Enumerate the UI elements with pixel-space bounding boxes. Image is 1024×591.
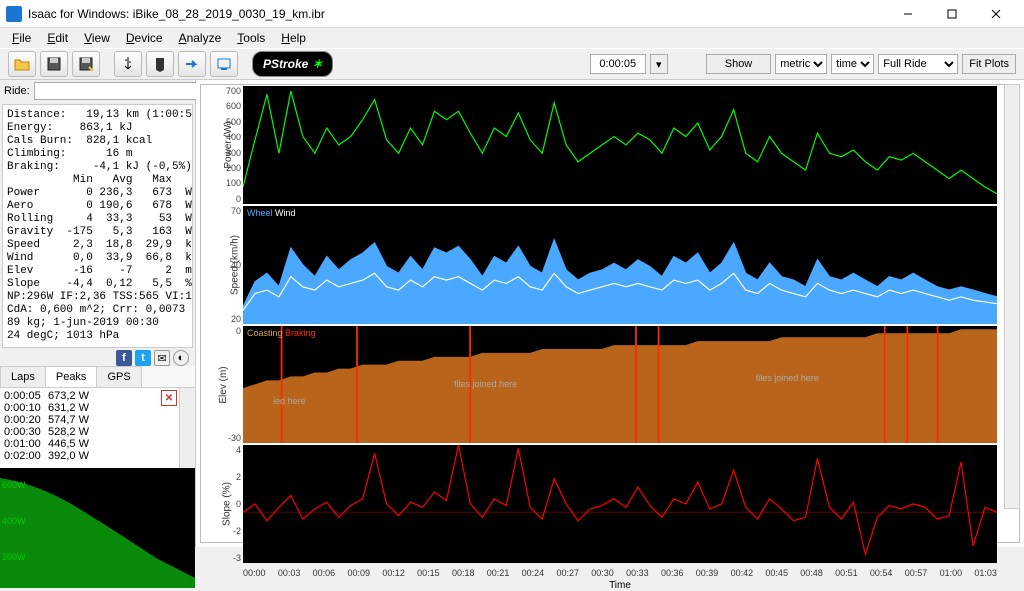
pstroke-button[interactable]: PStroke✶ [252, 51, 333, 77]
chart-area: Power (W) 7006005004003002001000 Speed (… [196, 80, 1024, 547]
peaks-close-button[interactable]: ✕ [161, 390, 177, 406]
left-panel: Ride: Note Distance: 19,13 km (1:00:52) … [0, 80, 196, 547]
open-button[interactable] [8, 51, 36, 77]
list-item[interactable]: 0:01:00446,5 W [4, 438, 155, 450]
facebook-icon[interactable]: f [116, 350, 132, 366]
peaks-scrollbar[interactable] [179, 388, 195, 468]
bottom-tabs: Laps Peaks GPS [0, 366, 195, 388]
power-curve-mini[interactable]: 600W 400W 200W [0, 468, 195, 588]
globe-icon[interactable]: ◐ [173, 350, 189, 366]
save-button[interactable] [40, 51, 68, 77]
twitter-icon[interactable]: t [135, 350, 151, 366]
tab-gps[interactable]: GPS [96, 366, 141, 387]
power-chart[interactable]: Power (W) 7006005004003002001000 [243, 86, 997, 204]
list-item[interactable]: 0:00:20574,7 W [4, 414, 155, 426]
menu-analyze[interactable]: Analyze [171, 29, 230, 47]
list-item[interactable]: 0:00:30528,2 W [4, 426, 155, 438]
mail-icon[interactable]: ✉ [154, 350, 170, 366]
device-button[interactable] [146, 51, 174, 77]
toolbar: PStroke✶ ▾ Show metric time Full Ride Fi… [0, 48, 1024, 80]
fit-plots-button[interactable]: Fit Plots [962, 54, 1016, 74]
menu-device[interactable]: Device [118, 29, 171, 47]
menu-view[interactable]: View [76, 29, 118, 47]
save-as-button[interactable] [72, 51, 100, 77]
menu-file[interactable]: File [4, 29, 39, 47]
peaks-list: 0:00:05673,2 W 0:00:10631,2 W 0:00:20574… [0, 388, 159, 468]
upload-button[interactable] [178, 51, 206, 77]
list-item[interactable]: 0:00:05673,2 W [4, 390, 155, 402]
speed-chart[interactable]: Speed (km/h) 704020 Wheel Wind [243, 206, 997, 324]
power-yticks: 7006005004003002001000 [215, 86, 241, 204]
list-item[interactable]: 0:02:00392,0 W [4, 450, 155, 462]
maximize-button[interactable] [930, 0, 974, 28]
ride-input[interactable] [34, 82, 213, 100]
stats-panel: Distance: 19,13 km (1:00:52) Energy: 863… [2, 104, 193, 348]
tab-peaks[interactable]: Peaks [45, 366, 98, 387]
units-select[interactable]: metric [775, 54, 827, 74]
time-axis: 00:0000:0300:0600:0900:1200:1500:1800:21… [243, 564, 997, 591]
minimize-button[interactable] [886, 0, 930, 28]
xaxis-mode-select[interactable]: time [831, 54, 874, 74]
time-step-button[interactable]: ▾ [650, 54, 668, 74]
app-icon [6, 6, 22, 22]
range-select[interactable]: Full Ride [878, 54, 958, 74]
ride-label: Ride: [4, 85, 30, 97]
window-title: Isaac for Windows: iBike_08_28_2019_0030… [28, 7, 886, 21]
elev-chart[interactable]: Elev (m) 0-30 Coasting Braking ied here … [243, 326, 997, 444]
list-item[interactable]: 0:00:10631,2 W [4, 402, 155, 414]
chart-vscrollbar[interactable] [1004, 84, 1020, 509]
time-window-input[interactable] [590, 54, 646, 74]
slope-chart[interactable]: Slope (%) 420-2-3 [243, 445, 997, 563]
export-button[interactable] [210, 51, 238, 77]
show-button[interactable]: Show [706, 54, 772, 74]
menu-tools[interactable]: Tools [229, 29, 273, 47]
menu-bar: File Edit View Device Analyze Tools Help [0, 28, 1024, 48]
usb-button[interactable] [114, 51, 142, 77]
close-button[interactable] [974, 0, 1018, 28]
title-bar: Isaac for Windows: iBike_08_28_2019_0030… [0, 0, 1024, 28]
menu-help[interactable]: Help [273, 29, 314, 47]
tab-laps[interactable]: Laps [0, 366, 46, 387]
menu-edit[interactable]: Edit [39, 29, 76, 47]
